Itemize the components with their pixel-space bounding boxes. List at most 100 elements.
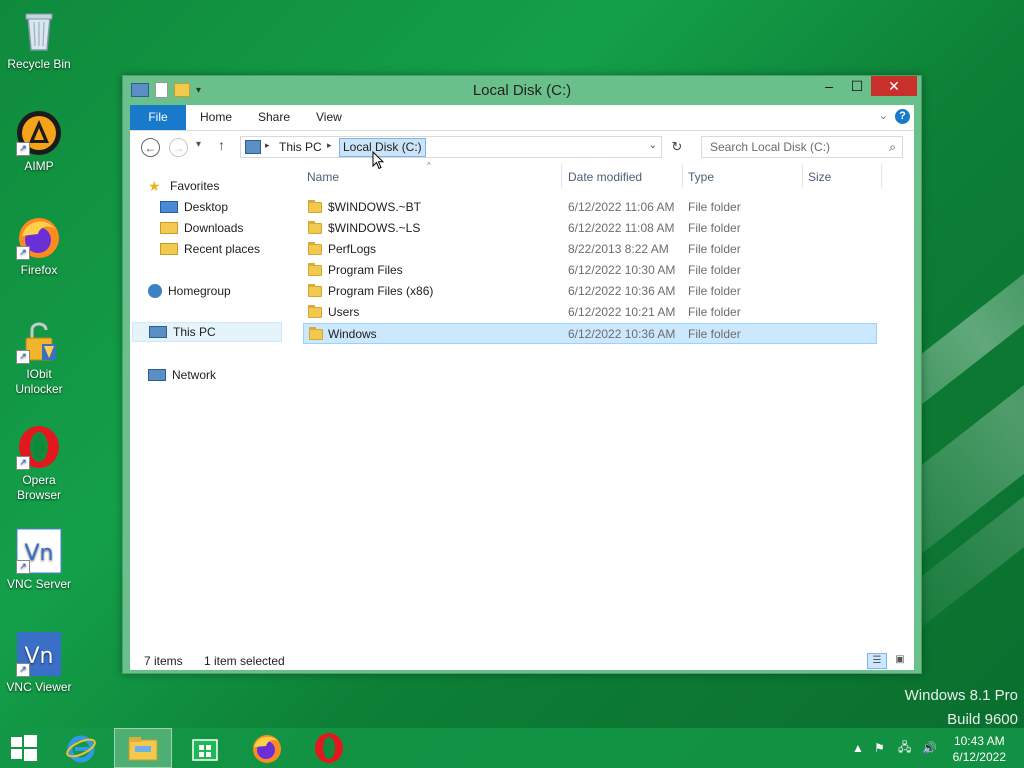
shortcut-arrow-icon: ↗	[16, 663, 30, 677]
maximize-button[interactable]: ☐	[843, 76, 871, 96]
taskbar-store[interactable]	[176, 728, 234, 768]
shortcut-arrow-icon: ↗	[16, 142, 30, 156]
volume-icon[interactable]: 🔊	[922, 728, 937, 768]
explorer-window[interactable]: ▾ Local Disk (C:) – ☐ ✕ File Home Share …	[122, 75, 922, 674]
taskbar-file-explorer[interactable]	[114, 728, 172, 768]
nav-desktop[interactable]: Desktop	[160, 197, 228, 217]
recent-locations-icon[interactable]: ▾	[196, 139, 201, 150]
file-row[interactable]: $WINDOWS.~LS 6/12/2022 11:08 AM File fol…	[303, 218, 877, 239]
column-header-type[interactable]: Type	[688, 170, 714, 184]
unlocker-icon: ↗	[16, 318, 62, 364]
column-header-size[interactable]: Size	[808, 170, 831, 184]
file-row[interactable]: Users 6/12/2022 10:21 AM File folder	[303, 302, 877, 323]
minimize-button[interactable]: –	[815, 76, 843, 96]
this-pc-icon	[245, 140, 261, 154]
firefox-icon	[253, 735, 281, 763]
shortcut-arrow-icon: ↗	[16, 456, 30, 470]
nav-favorites[interactable]: ★ Favorites	[148, 176, 219, 196]
close-button[interactable]: ✕	[871, 76, 917, 96]
file-row[interactable]: Program Files 6/12/2022 10:30 AM File fo…	[303, 260, 877, 281]
clock-date: 6/12/2022	[952, 750, 1006, 764]
column-header-name[interactable]: Name	[307, 170, 339, 184]
nav-downloads[interactable]: Downloads	[160, 218, 243, 238]
desktop-icon-label: VNC Viewer	[6, 680, 72, 694]
store-icon	[192, 739, 218, 761]
file-name: Users	[328, 305, 360, 319]
address-dropdown-icon[interactable]: ⌄	[649, 140, 657, 151]
desktop-icon-label: AIMP	[24, 159, 54, 173]
desktop-icon-recycle-bin[interactable]: Recycle Bin	[4, 8, 74, 72]
desktop-icon-label: Recycle Bin	[7, 57, 71, 71]
file-type: File folder	[688, 305, 741, 319]
column-divider[interactable]	[802, 164, 803, 188]
folder-icon	[308, 221, 322, 234]
file-type: File folder	[688, 327, 741, 341]
nav-recent-places[interactable]: Recent places	[160, 239, 260, 259]
search-input[interactable]: Search Local Disk (C:) ⌕	[701, 136, 903, 158]
nav-label: This PC	[173, 325, 216, 339]
taskbar-clock[interactable]: 10:43 AM 6/12/2022	[953, 733, 1006, 765]
file-date: 6/12/2022 10:21 AM	[568, 305, 676, 319]
tab-home[interactable]: Home	[200, 105, 232, 130]
expand-ribbon-icon[interactable]: ⌄	[879, 109, 888, 122]
help-icon[interactable]: ?	[895, 109, 910, 124]
back-button[interactable]: ←	[141, 138, 160, 157]
nav-network[interactable]: Network	[148, 365, 216, 385]
desktop-icon-vnc-server[interactable]: Vn ↗ VNC Server	[4, 528, 74, 592]
taskbar-firefox[interactable]	[238, 728, 296, 768]
taskbar: ▲ ⚑ 🖧 🔊 10:43 AM 6/12/2022	[0, 728, 1024, 768]
breadcrumb-this-pc[interactable]: This PC	[279, 140, 322, 154]
details-view-icon[interactable]: ☰	[867, 653, 887, 669]
desktop-icon-opera[interactable]: ↗ Opera Browser	[4, 424, 74, 503]
column-header-date[interactable]: Date modified	[568, 170, 642, 184]
folder-icon	[308, 305, 322, 318]
title-bar[interactable]: ▾ Local Disk (C:) – ☐ ✕	[123, 76, 921, 104]
desktop-icon-iobit-unlocker[interactable]: ↗ IObit Unlocker	[4, 318, 74, 397]
column-divider[interactable]	[561, 164, 562, 188]
desktop-icon	[160, 201, 178, 213]
file-row[interactable]: $WINDOWS.~BT 6/12/2022 11:06 AM File fol…	[303, 197, 877, 218]
taskbar-opera[interactable]	[300, 728, 358, 768]
forward-button[interactable]: →	[169, 138, 188, 157]
file-name: $WINDOWS.~LS	[328, 221, 421, 235]
nav-label: Network	[172, 368, 217, 382]
star-icon: ★	[148, 178, 161, 194]
desktop-icon-vnc-viewer[interactable]: Vn ↗ VNC Viewer	[4, 631, 74, 695]
network-icon	[148, 369, 166, 381]
desktop-icon-aimp[interactable]: ↗ AIMP	[4, 110, 74, 174]
nav-label: Desktop	[184, 200, 229, 214]
file-row[interactable]: PerfLogs 8/22/2013 8:22 AM File folder	[303, 239, 877, 260]
action-center-flag-icon[interactable]: ⚑	[874, 728, 885, 768]
address-bar[interactable]: ▸ This PC ▸ Local Disk (C:) ⌄	[240, 136, 662, 158]
up-button[interactable]: ↑	[218, 137, 225, 153]
nav-homegroup[interactable]: Homegroup	[148, 281, 231, 301]
mouse-cursor-icon	[372, 151, 384, 170]
shortcut-arrow-icon: ↗	[16, 246, 30, 260]
tab-share[interactable]: Share	[258, 105, 290, 130]
shortcut-arrow-icon: ↗	[16, 560, 30, 574]
file-type: File folder	[688, 221, 741, 235]
large-icons-view-icon[interactable]: ▣	[890, 653, 910, 669]
file-explorer-icon	[128, 737, 158, 761]
start-button[interactable]	[0, 728, 48, 768]
show-hidden-icons-button[interactable]: ▲	[852, 728, 864, 768]
this-pc-icon	[149, 326, 167, 338]
shortcut-arrow-icon: ↗	[16, 350, 30, 364]
recent-places-icon	[160, 243, 178, 255]
folder-icon	[308, 284, 322, 297]
desktop-icon-firefox[interactable]: ↗ Firefox	[4, 214, 74, 278]
file-row-selected[interactable]: Windows 6/12/2022 10:36 AM File folder	[303, 323, 877, 344]
column-divider[interactable]	[682, 164, 683, 188]
file-row[interactable]: Program Files (x86) 6/12/2022 10:36 AM F…	[303, 281, 877, 302]
folder-icon	[309, 327, 323, 340]
column-divider[interactable]	[881, 164, 882, 188]
taskbar-internet-explorer[interactable]	[52, 728, 110, 768]
file-type: File folder	[688, 263, 741, 277]
refresh-button[interactable]: ↻	[666, 136, 688, 158]
nav-label: Favorites	[170, 179, 220, 193]
search-icon: ⌕	[889, 140, 896, 154]
nav-this-pc[interactable]: This PC	[132, 322, 282, 342]
tab-view[interactable]: View	[316, 105, 342, 130]
tab-file[interactable]: File	[130, 105, 186, 130]
network-tray-icon[interactable]: 🖧	[898, 728, 911, 768]
